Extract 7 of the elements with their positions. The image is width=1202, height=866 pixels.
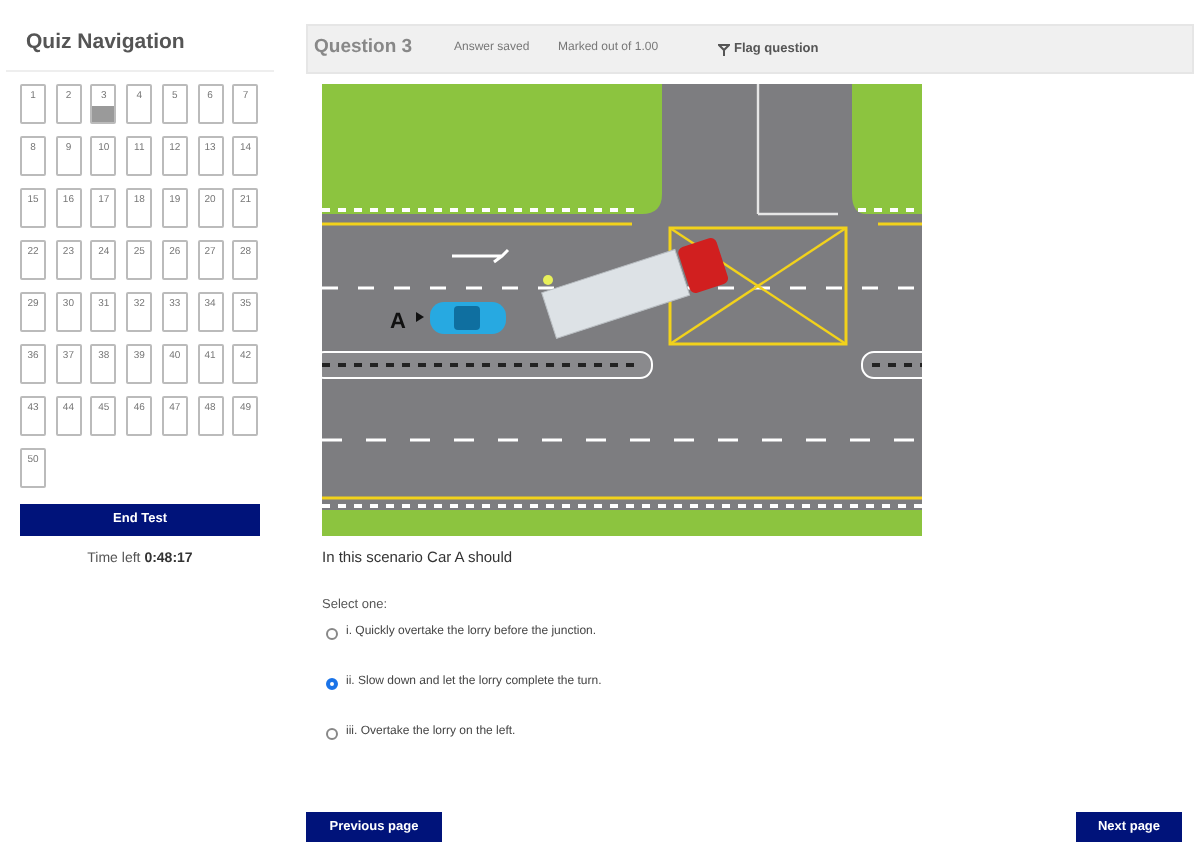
road-junction-drawing: A — [322, 84, 922, 536]
question-title: Question 3 — [314, 34, 415, 63]
radio-button[interactable] — [326, 677, 338, 689]
radio-button[interactable] — [326, 627, 338, 639]
flag-icon — [718, 43, 730, 55]
radio-button[interactable] — [326, 727, 338, 739]
sidebar-title: Quiz Navigation — [6, 28, 274, 72]
